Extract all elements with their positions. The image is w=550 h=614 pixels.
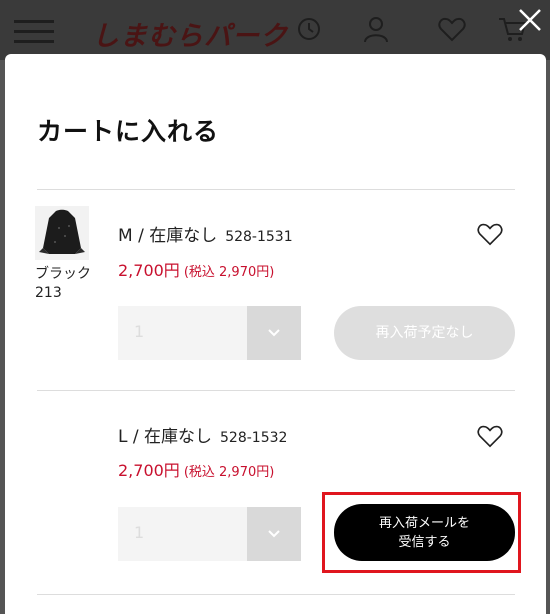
tax-price: (税込 2,970円) (183, 465, 275, 480)
tax-price: (税込 2,970円) (183, 265, 275, 280)
color-name: ブラック (35, 266, 91, 282)
chevron-down-icon[interactable] (247, 507, 301, 561)
product-code: 528-1531 (225, 229, 293, 245)
variant-m-title: M / 在庫なし 528-1531 (118, 221, 293, 246)
price: 2,700円 (118, 461, 180, 480)
user-icon[interactable] (361, 14, 391, 44)
variant-label: L / 在庫なし (118, 427, 213, 447)
quantity-select[interactable]: 1 (118, 306, 301, 360)
quantity-value: 1 (134, 523, 145, 542)
quantity-select[interactable]: 1 (118, 507, 301, 561)
color-label: ブラック 213 (35, 265, 91, 303)
favorites-heart-icon[interactable] (437, 14, 467, 44)
divider (37, 189, 515, 190)
chevron-down-icon[interactable] (247, 306, 301, 360)
site-logo[interactable]: しまむらパーク (92, 14, 288, 53)
quantity-value: 1 (134, 322, 145, 341)
modal-title: カートに入れる (37, 117, 220, 146)
favorite-heart-icon[interactable] (476, 221, 504, 247)
history-icon[interactable] (294, 14, 324, 44)
favorite-heart-icon[interactable] (476, 423, 504, 449)
no-restock-button[interactable]: 再入荷予定なし (334, 306, 515, 360)
divider (37, 390, 515, 391)
menu-icon[interactable] (14, 20, 54, 43)
add-to-cart-modal: カートに入れる ブラック 213 M / 在庫なし 528-1531 2,700円… (5, 54, 546, 614)
product-thumbnail (35, 206, 89, 260)
product-code: 528-1532 (220, 430, 288, 446)
button-label-line1: 再入荷メールを (378, 515, 470, 531)
divider (37, 594, 515, 595)
variant-m-price: 2,700円 (税込 2,970円) (118, 257, 274, 281)
variant-l-price: 2,700円 (税込 2,970円) (118, 457, 274, 481)
variant-l-title: L / 在庫なし 528-1532 (118, 422, 287, 447)
restock-email-button[interactable]: 再入荷メールを 受信する (334, 504, 515, 561)
price: 2,700円 (118, 261, 180, 280)
site-header: しまむらパーク (0, 0, 550, 60)
color-code: 213 (35, 285, 62, 301)
button-label-line2: 受信する (398, 534, 451, 550)
close-icon[interactable] (516, 6, 544, 34)
variant-label: M / 在庫なし (118, 226, 218, 246)
